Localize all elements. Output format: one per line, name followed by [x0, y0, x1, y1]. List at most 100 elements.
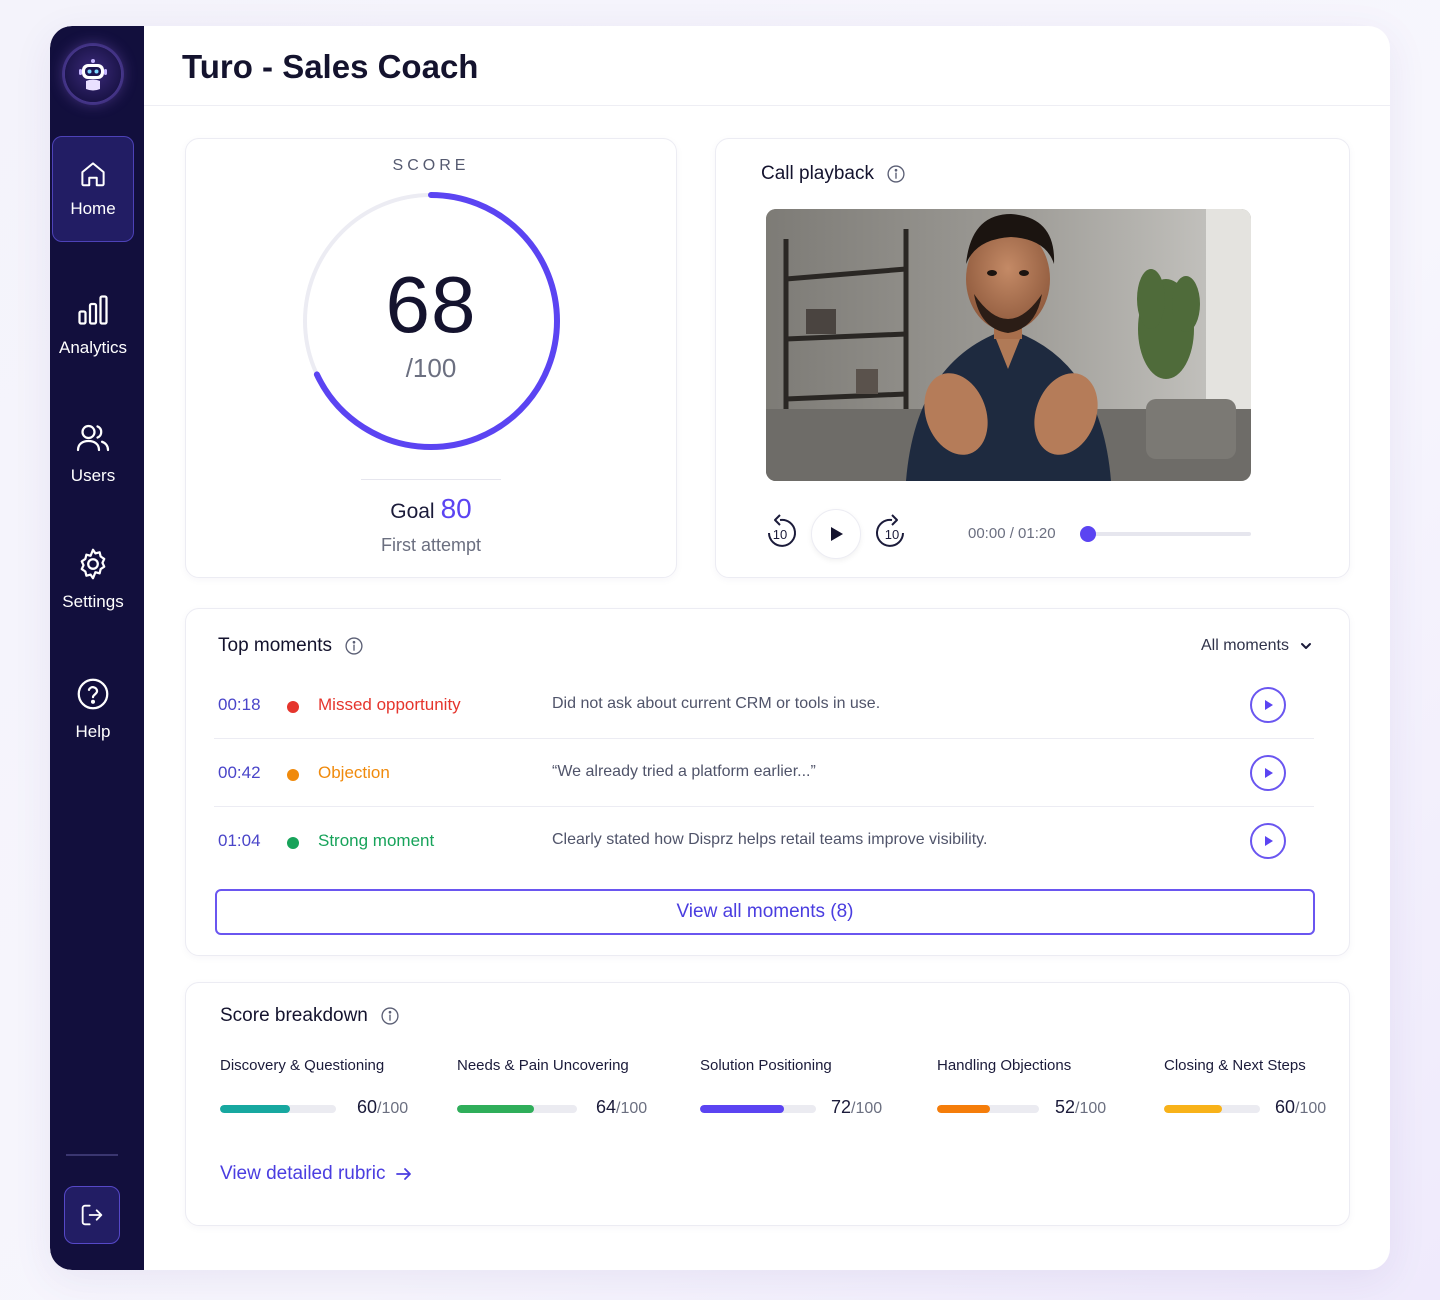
goal-value: 80: [440, 493, 472, 524]
bar-chart-icon: [78, 295, 108, 325]
moment-description: Clearly stated how Disprz helps retail t…: [552, 831, 988, 848]
moment-status-dot: [287, 837, 299, 849]
video-frame-image: [766, 209, 1251, 481]
sidebar-item-label: Home: [70, 199, 116, 218]
home-icon: [81, 162, 105, 187]
logout-button[interactable]: [64, 1186, 120, 1244]
metric-handling-objections: Handling Objections 52/100: [937, 1057, 1157, 1117]
help-icon: [77, 678, 109, 710]
page-title: Turo - Sales Coach: [182, 48, 479, 85]
moment-play-button[interactable]: [1250, 823, 1286, 859]
metric-score: 60/100: [1275, 1097, 1327, 1117]
top-moments-card: Top moments All moments 00:18 Missed opp…: [185, 608, 1350, 956]
info-icon[interactable]: [886, 164, 906, 184]
metric-discovery-questioning: Discovery & Questioning 60/100: [220, 1057, 440, 1117]
scrubber-handle[interactable]: [1080, 526, 1096, 542]
sidebar-item-home[interactable]: Home: [52, 136, 134, 242]
arrow-right-icon: [396, 1168, 412, 1180]
metric-bar-fill: [700, 1105, 784, 1113]
metric-bar: [220, 1105, 336, 1113]
info-icon[interactable]: [344, 636, 364, 656]
moment-status-dot: [287, 701, 299, 713]
moment-play-button[interactable]: [1250, 755, 1286, 791]
score-value: 68: [385, 260, 477, 349]
rewind-10-button[interactable]: 10: [761, 509, 799, 555]
sidebar-item-users[interactable]: Users: [52, 400, 134, 506]
metric-bar-fill: [220, 1105, 290, 1113]
moments-filter-value: All moments: [1200, 637, 1289, 654]
top-moments-title: Top moments: [218, 635, 333, 656]
score-divider: [361, 479, 501, 480]
playback-controls: 10 10 00:00 / 01:20: [763, 505, 1263, 565]
play-icon: [831, 527, 843, 541]
video-player[interactable]: [766, 209, 1251, 481]
score-max: /100: [405, 353, 457, 383]
metric-label: Solution Positioning: [700, 1057, 832, 1074]
moment-description: Did not ask about current CRM or tools i…: [552, 695, 881, 712]
moment-time[interactable]: 01:04: [218, 831, 261, 851]
chevron-down-icon: [1301, 643, 1311, 649]
metric-bar: [937, 1105, 1039, 1113]
moment-time[interactable]: 00:18: [218, 695, 261, 715]
sidebar-item-help[interactable]: Help: [52, 656, 134, 762]
call-playback-title: Call playback: [761, 163, 874, 184]
forward-icon: 10: [876, 514, 904, 547]
metric-bar: [700, 1105, 816, 1113]
sidebar-divider: [66, 1154, 118, 1156]
moment-status-dot: [287, 769, 299, 781]
metric-bar-fill: [1164, 1105, 1222, 1113]
forward-10-button[interactable]: 10: [873, 509, 911, 555]
moment-type: Strong moment: [318, 831, 435, 850]
goal-row: Goal 80: [186, 493, 676, 525]
moment-description: “We already tried a platform earlier...”: [552, 763, 816, 780]
view-all-moments-button[interactable]: View all moments (8): [215, 889, 1315, 935]
playback-scrubber[interactable]: [1080, 526, 1251, 542]
metric-bar-fill: [457, 1105, 534, 1113]
play-button[interactable]: [811, 509, 861, 559]
top-moments-header: Top moments: [218, 635, 364, 657]
moment-row[interactable]: 00:18 Missed opportunity Did not ask abo…: [214, 671, 1314, 739]
metric-score: 60/100: [357, 1097, 409, 1117]
metric-label: Closing & Next Steps: [1164, 1057, 1306, 1074]
attempt-label: First attempt: [380, 535, 482, 555]
view-detailed-rubric-link[interactable]: View detailed rubric: [220, 1163, 413, 1185]
metric-bar-fill: [937, 1105, 991, 1113]
moment-time[interactable]: 00:42: [218, 763, 261, 783]
goal-label: Goal: [390, 500, 435, 523]
moment-row[interactable]: 00:42 Objection “We already tried a plat…: [214, 739, 1314, 807]
call-playback-header: Call playback: [761, 163, 906, 185]
info-icon[interactable]: [380, 1006, 400, 1026]
playback-time: 00:00 / 01:20: [968, 525, 1056, 542]
moments-filter-dropdown[interactable]: All moments: [1201, 637, 1313, 655]
metric-solution-positioning: Solution Positioning 72/100: [700, 1057, 920, 1117]
metric-score: 72/100: [831, 1097, 883, 1117]
sidebar: Home Analytics Users Settings Help: [50, 26, 144, 1270]
sidebar-item-analytics[interactable]: Analytics: [52, 272, 134, 378]
play-icon: [1265, 768, 1273, 778]
play-icon: [1265, 700, 1273, 710]
moment-type: Missed opportunity: [318, 695, 461, 714]
play-icon: [1265, 836, 1273, 846]
sidebar-item-label: Analytics: [58, 338, 128, 357]
metric-bar: [1164, 1105, 1260, 1113]
svg-text:10: 10: [885, 527, 899, 542]
moment-play-button[interactable]: [1250, 687, 1286, 723]
call-playback-card: Call playback 10 10 00:00 / 01:20: [715, 138, 1350, 578]
gear-icon: [80, 548, 106, 580]
sidebar-item-label: Help: [75, 722, 111, 741]
metric-score: 52/100: [1055, 1097, 1107, 1117]
metric-needs-pain-uncovering: Needs & Pain Uncovering 64/100: [457, 1057, 677, 1117]
metric-label: Needs & Pain Uncovering: [457, 1057, 629, 1074]
moment-type: Objection: [318, 763, 390, 782]
score-breakdown-card: Score breakdown Discovery & Questioning …: [185, 982, 1350, 1226]
score-breakdown-header: Score breakdown: [220, 1005, 400, 1027]
logout-icon: [81, 1204, 103, 1226]
sidebar-item-settings[interactable]: Settings: [52, 526, 134, 632]
metric-label: Handling Objections: [937, 1057, 1072, 1074]
robot-logo-icon: [65, 46, 121, 102]
score-breakdown-title: Score breakdown: [220, 1005, 368, 1026]
rewind-icon: 10: [768, 514, 796, 547]
rubric-link-label: View detailed rubric: [220, 1163, 386, 1184]
svg-text:10: 10: [773, 527, 787, 542]
moment-row[interactable]: 01:04 Strong moment Clearly stated how D…: [214, 807, 1314, 875]
